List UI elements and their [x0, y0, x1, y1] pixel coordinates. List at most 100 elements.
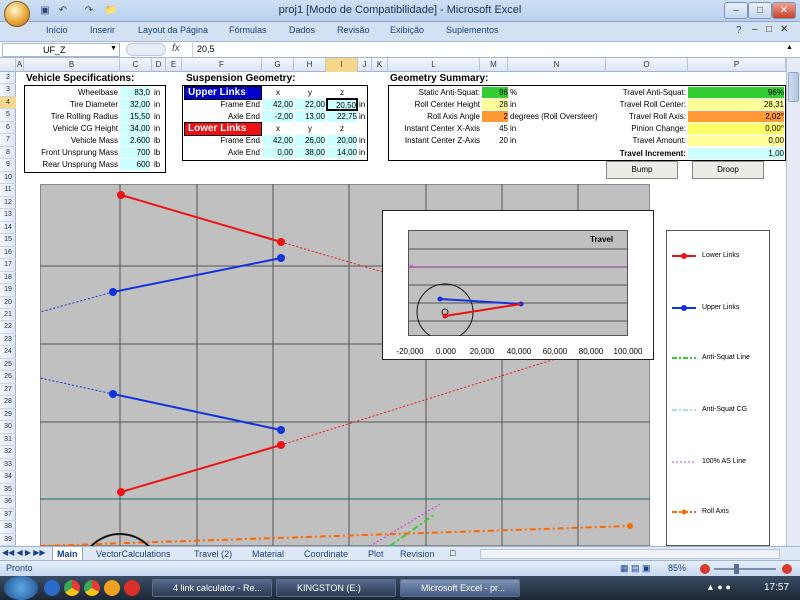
row-header-21[interactable]: 21 [0, 309, 16, 322]
col-l[interactable]: L [388, 58, 480, 72]
row-header-16[interactable]: 16 [0, 247, 16, 260]
zoom-out-icon[interactable] [700, 564, 710, 574]
col-b[interactable]: B [24, 58, 120, 72]
upper-frame-x[interactable]: 42,00 [263, 99, 293, 110]
upper-frame-y[interactable]: 22,00 [295, 99, 325, 110]
ribbon-restore-icon[interactable]: □ [766, 24, 772, 35]
col-j[interactable]: J [358, 58, 372, 72]
tab-inserir[interactable]: Inserir [90, 25, 115, 35]
row-header-25[interactable]: 25 [0, 359, 16, 372]
row-header-39[interactable]: 39 [0, 534, 16, 546]
row-header-5[interactable]: 5 [0, 109, 16, 122]
col-h[interactable]: H [294, 58, 326, 72]
col-a[interactable]: A [16, 58, 24, 72]
col-k[interactable]: K [372, 58, 388, 72]
office-button[interactable] [4, 1, 30, 27]
sheet-tab-plot[interactable]: Plot [364, 547, 388, 561]
minimize-button[interactable]: – [724, 2, 748, 19]
tray-icons[interactable]: ▲ ● ● [706, 582, 731, 592]
redo-icon[interactable]: ↷ [82, 4, 96, 18]
col-p[interactable]: P [688, 58, 786, 72]
sheet-tab-main[interactable]: Main [52, 547, 83, 561]
chrome-icon[interactable] [84, 580, 100, 596]
zoom-slider[interactable] [714, 568, 776, 570]
sheet-tab-revision[interactable]: Revision [396, 547, 439, 561]
col-d[interactable]: D [152, 58, 166, 72]
col-e[interactable]: E [166, 58, 182, 72]
sheet-tab-travel2[interactable]: Travel (2) [190, 547, 236, 561]
zoom-slider-handle[interactable] [734, 564, 739, 574]
row-header-12[interactable]: 12 [0, 197, 16, 210]
row-header-33[interactable]: 33 [0, 459, 16, 472]
bump-button[interactable]: Bump [606, 161, 678, 179]
tab-inicio[interactable]: Início [46, 25, 68, 35]
ie-icon[interactable] [44, 580, 60, 596]
row-header-10[interactable]: 10 [0, 172, 16, 185]
upper-axle-x[interactable]: -2,00 [263, 111, 293, 122]
task-excel[interactable]: Microsoft Excel - pr... [400, 579, 520, 597]
row-header-14[interactable]: 14 [0, 222, 16, 235]
row-header-37[interactable]: 37 [0, 509, 16, 522]
zoom-level[interactable]: 85% [668, 563, 686, 573]
undo-icon[interactable]: ↶ [56, 4, 70, 18]
row-header-38[interactable]: 38 [0, 521, 16, 534]
sheet-tab-coordinate[interactable]: Coordinate [300, 547, 352, 561]
save-icon[interactable]: ▣ [38, 4, 52, 18]
close-button[interactable]: ✕ [772, 2, 796, 19]
tab-revisao[interactable]: Revisão [337, 25, 370, 35]
row-header-11[interactable]: 11 [0, 184, 16, 197]
tab-nav-arrows[interactable]: ◀◀ ◀ ▶ ▶▶ [2, 548, 46, 557]
lower-axle-x[interactable]: 0,00 [263, 147, 293, 158]
row-header-30[interactable]: 30 [0, 421, 16, 434]
row-header-20[interactable]: 20 [0, 297, 16, 309]
vehicle-value[interactable]: 32,00 [120, 99, 150, 110]
col-n[interactable]: N [508, 58, 606, 72]
tab-formulas[interactable]: Fórmulas [229, 25, 267, 35]
row-header-15[interactable]: 15 [0, 234, 16, 247]
row-header-6[interactable]: 6 [0, 122, 16, 135]
droop-button[interactable]: Droop [692, 161, 764, 179]
name-box[interactable]: UF_Z [2, 43, 120, 57]
row-header-29[interactable]: 29 [0, 409, 16, 422]
vertical-scrollbar[interactable] [786, 58, 800, 546]
row-header-35[interactable]: 35 [0, 484, 16, 497]
folder-icon[interactable]: 📁 [104, 4, 118, 18]
tab-layout[interactable]: Layout da Página [138, 25, 208, 35]
row-header-24[interactable]: 24 [0, 346, 16, 359]
vehicle-value[interactable]: 15,50 [120, 111, 150, 122]
help-icon[interactable]: ? [736, 25, 742, 36]
chevron-down-icon[interactable]: ▼ [110, 45, 117, 52]
row-header-7[interactable]: 7 [0, 134, 16, 147]
task-4-link-calculator[interactable]: 4 link calculator - Re... [152, 579, 272, 597]
maximize-button[interactable]: □ [748, 2, 772, 19]
tab-exibicao[interactable]: Exibição [390, 25, 424, 35]
row-header-34[interactable]: 34 [0, 471, 16, 484]
ribbon-minimize-icon[interactable]: – [752, 24, 758, 35]
row-header-22[interactable]: 22 [0, 321, 16, 334]
app-icon[interactable] [124, 580, 140, 596]
vehicle-value[interactable]: 34,00 [120, 123, 150, 134]
lower-axle-z[interactable]: 14,00 [327, 147, 357, 158]
row-header-8[interactable]: 8 [0, 147, 16, 160]
tab-suplementos[interactable]: Suplementos [446, 25, 499, 35]
lower-frame-z[interactable]: 20,00 [327, 135, 357, 146]
vehicle-value[interactable]: 2.600 [120, 135, 150, 146]
horizontal-scrollbar[interactable] [480, 549, 780, 559]
row-header-19[interactable]: 19 [0, 284, 16, 297]
row-header-9[interactable]: 9 [0, 159, 16, 172]
col-g[interactable]: G [262, 58, 294, 72]
row-header-23[interactable]: 23 [0, 334, 16, 347]
chrome-icon[interactable] [64, 580, 80, 596]
row-header-4[interactable]: 4 [0, 96, 16, 110]
scrollbar-thumb[interactable] [788, 72, 799, 102]
zoom-in-icon[interactable] [782, 564, 792, 574]
row-header-13[interactable]: 13 [0, 209, 16, 222]
vehicle-value[interactable]: 700 [120, 147, 150, 158]
select-all-corner[interactable] [0, 58, 16, 72]
start-button[interactable] [4, 576, 38, 600]
row-header-27[interactable]: 27 [0, 384, 16, 397]
row-header-31[interactable]: 31 [0, 434, 16, 447]
ribbon-close-icon[interactable]: ✕ [780, 24, 788, 35]
col-f[interactable]: F [182, 58, 262, 72]
sheet-tab-material[interactable]: Material [248, 547, 288, 561]
